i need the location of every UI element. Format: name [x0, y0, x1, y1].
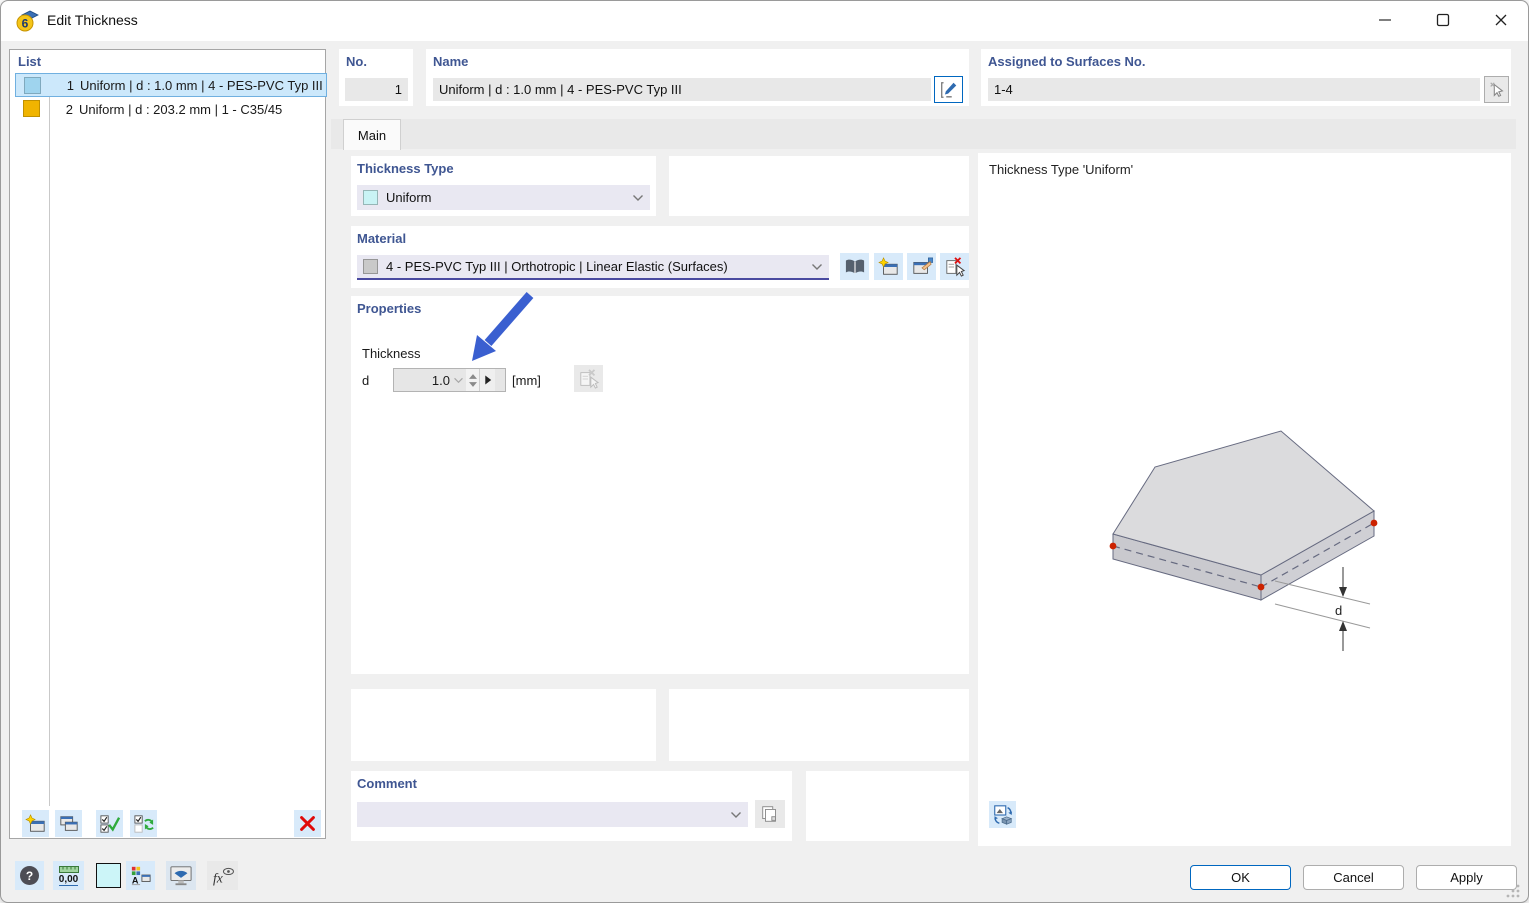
empty-group-mid-left [351, 689, 656, 761]
thickness-label: Thickness [362, 346, 421, 361]
resize-grip[interactable] [1505, 883, 1521, 902]
dimension-d-label: d [1335, 603, 1342, 618]
expand-arrow-icon[interactable] [479, 369, 495, 391]
material-label: Material [357, 231, 407, 246]
preview-panel: Thickness Type 'Uniform' d [978, 153, 1511, 846]
maximize-button[interactable] [1420, 1, 1466, 39]
window-title: Edit Thickness [47, 12, 138, 28]
list-item[interactable]: 1 Uniform | d : 1.0 mm | 4 - PES-PVC Typ… [15, 73, 327, 97]
apply-button[interactable]: Apply [1416, 865, 1517, 890]
display-properties-button[interactable]: A [126, 861, 155, 890]
comment-select[interactable] [357, 802, 748, 827]
material-library-button[interactable] [840, 253, 869, 280]
thickness-type-swatch [363, 190, 378, 205]
pick-surfaces-button[interactable] [1484, 76, 1509, 103]
d-label: d [362, 373, 370, 388]
chevron-down-icon [632, 194, 644, 202]
toggle-preview-view-button[interactable] [989, 801, 1016, 828]
question-mark-icon: ? [20, 866, 39, 885]
list-panel: List 1 Uniform | d : 1.0 mm | 4 - PES-PV… [9, 49, 327, 839]
slab-3d-diagram: d [1109, 430, 1378, 651]
edit-thickness-dialog: 6 Edit Thickness List 1 Uniform | d : 1.… [0, 0, 1529, 903]
list-panel-label: List [18, 54, 42, 69]
thickness-color-swatch [23, 100, 40, 117]
assigned-surfaces-label: Assigned to Surfaces No. [988, 54, 1146, 69]
minimize-button[interactable] [1362, 1, 1408, 39]
list-item[interactable]: 2 Uniform | d : 203.2 mm | 1 - C35/45 [15, 97, 327, 121]
title-bar: 6 Edit Thickness [1, 1, 1528, 41]
assigned-surfaces-field[interactable]: 1-4 [988, 78, 1480, 101]
empty-group-top [669, 156, 969, 216]
edit-name-button[interactable] [934, 76, 963, 103]
rendering-settings-button[interactable] [166, 861, 196, 890]
thickness-type-select[interactable]: Uniform [357, 185, 650, 210]
delete-material-button[interactable] [940, 253, 969, 280]
close-button[interactable] [1478, 1, 1524, 39]
new-thickness-button[interactable] [22, 810, 49, 837]
material-select[interactable]: 4 - PES-PVC Typ III | Orthotropic | Line… [357, 255, 829, 280]
svg-text:6: 6 [22, 17, 29, 31]
no-field[interactable]: 1 [345, 78, 408, 101]
preview-caption: Thickness Type 'Uniform' [989, 162, 1134, 177]
thickness-type-label: Thickness Type [357, 161, 454, 176]
d-unit-label: [mm] [512, 373, 541, 388]
thickness-type-group: Thickness Type Uniform [351, 156, 656, 216]
copy-thickness-button[interactable] [55, 810, 82, 837]
tab-strip [331, 119, 1516, 149]
thickness-d-input[interactable]: 1.0 [393, 368, 506, 392]
tab-main[interactable]: Main [343, 119, 401, 150]
no-label: No. [346, 54, 367, 69]
reset-value-button[interactable] [574, 365, 603, 392]
ok-button[interactable]: OK [1190, 865, 1291, 890]
copy-comment-button[interactable] [755, 800, 785, 828]
cancel-button[interactable]: Cancel [1303, 865, 1404, 890]
fx-label: fx [213, 870, 223, 885]
new-material-button[interactable] [874, 253, 903, 280]
properties-label: Properties [357, 301, 422, 316]
thickness-d-value: 1.0 [431, 372, 450, 388]
list-item-label: Uniform | d : 1.0 mm | 4 - PES-PVC Typ I… [80, 77, 323, 93]
chevron-down-icon [811, 263, 823, 271]
select-all-icon[interactable] [96, 810, 123, 837]
delete-thickness-icon[interactable] [294, 810, 321, 837]
list-item-label: Uniform | d : 203.2 mm | 1 - C35/45 [79, 101, 283, 117]
invert-selection-icon[interactable] [130, 810, 157, 837]
units-icon-label: 0,00 [58, 873, 79, 886]
list-item-number: 1 [66, 77, 74, 93]
material-swatch [363, 259, 378, 274]
units-settings-button[interactable]: 0,00 [53, 861, 84, 890]
thickness-type-value: Uniform [386, 190, 432, 205]
chevron-down-icon [730, 811, 742, 819]
app-icon: 6 [15, 9, 39, 33]
current-color-swatch[interactable] [96, 863, 121, 888]
formula-view-button[interactable]: fx [207, 861, 238, 890]
properties-group: Properties Thickness d 1.0 [mm] [351, 296, 969, 674]
empty-group-mid-right [669, 689, 969, 761]
list-divider [49, 73, 50, 806]
assigned-surfaces-group: Assigned to Surfaces No. 1-4 [981, 49, 1511, 106]
list-item-number: 2 [65, 101, 73, 117]
name-group: Name Uniform | d : 1.0 mm | 4 - PES-PVC … [426, 49, 969, 106]
comment-group: Comment [351, 771, 792, 841]
spinner-up-down[interactable] [466, 369, 479, 391]
no-group: No. 1 [339, 49, 413, 106]
chevron-down-icon[interactable] [453, 377, 464, 384]
comment-label: Comment [357, 776, 417, 791]
name-label: Name [433, 54, 469, 69]
help-button[interactable]: ? [15, 861, 44, 890]
edit-material-button[interactable] [907, 253, 936, 280]
thickness-color-swatch [24, 77, 41, 94]
name-field[interactable]: Uniform | d : 1.0 mm | 4 - PES-PVC Typ I… [433, 78, 931, 101]
empty-group-bottom-right [806, 771, 969, 841]
display-letter: A [131, 875, 138, 885]
material-group: Material 4 - PES-PVC Typ III | Orthotrop… [351, 226, 969, 288]
material-value: 4 - PES-PVC Typ III | Orthotropic | Line… [386, 259, 728, 274]
